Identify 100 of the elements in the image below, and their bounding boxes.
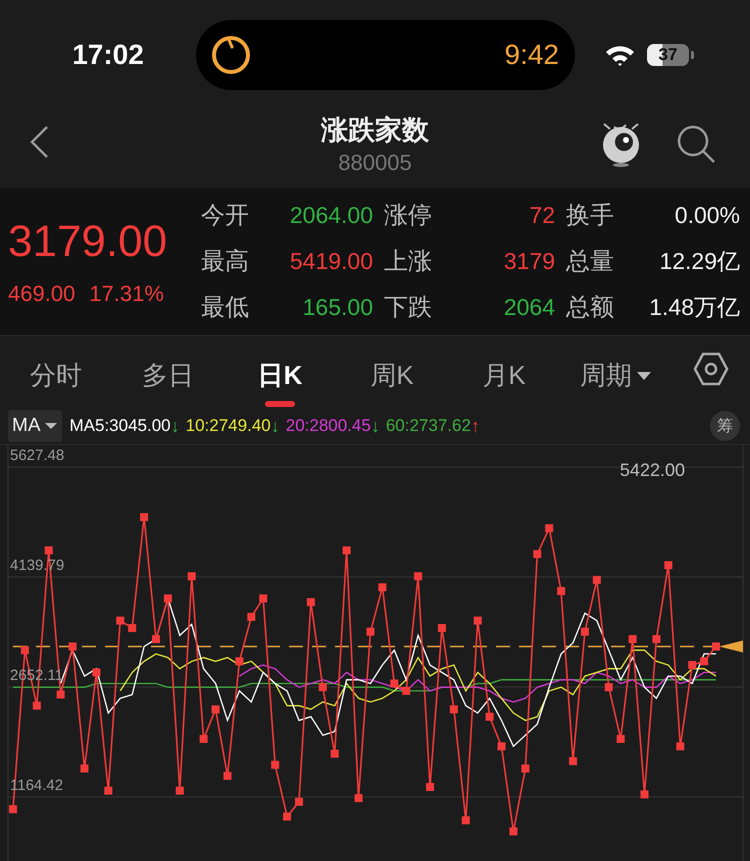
ma-value: 60:2737.62 [386, 416, 471, 436]
period-tab[interactable]: 分时 [30, 344, 82, 407]
stat-value: 1.48万亿 [648, 292, 740, 322]
stat-value: 0.00% [674, 202, 740, 228]
data-point [486, 712, 494, 721]
data-point [32, 702, 41, 710]
stat-label: 总量 [565, 247, 615, 277]
settings-icon[interactable] [693, 352, 729, 386]
stat-label: 总额 [565, 293, 615, 323]
ma-value: MA5:3045.00 [70, 416, 171, 436]
stat-value: 165.00 [302, 294, 373, 320]
data-point [640, 790, 648, 798]
ma-value: 10:2749.40 [186, 416, 271, 436]
data-point [68, 642, 77, 650]
stat-value: 3179 [502, 248, 555, 274]
price-marker-icon [719, 640, 743, 652]
ma-value: 20:2800.45 [286, 416, 371, 436]
stat-label: 换手 [565, 201, 615, 231]
data-point [426, 783, 434, 791]
stat-label: 涨停 [383, 201, 433, 231]
period-tab[interactable]: 日K [258, 344, 302, 407]
data-point [283, 812, 292, 821]
trend-arrow: ↑ [470, 416, 480, 436]
data-point [176, 786, 184, 795]
data-point [271, 760, 280, 769]
data-point [56, 690, 65, 699]
trend-arrow: ↓ [370, 416, 380, 436]
data-point [592, 576, 601, 584]
data-point [712, 642, 720, 650]
data-point [652, 635, 660, 644]
data-point [700, 657, 708, 666]
data-point [390, 679, 398, 688]
data-point [140, 513, 148, 522]
indicator-dropdown[interactable]: MA [8, 410, 62, 442]
data-point [498, 742, 506, 750]
data-point [366, 628, 374, 636]
trend-arrow: ↓ [270, 416, 280, 436]
data-point [414, 572, 422, 580]
stat-label: 今开 [201, 201, 250, 231]
data-point [557, 587, 566, 596]
data-point [294, 798, 303, 806]
axis-label: 5627.48 [10, 447, 64, 464]
robot-icon[interactable] [600, 121, 642, 167]
data-point [20, 646, 29, 654]
data-point [164, 594, 172, 602]
last-price: 3179.00 [8, 216, 168, 266]
stat-label: 最低 [201, 293, 250, 323]
data-point [509, 827, 518, 836]
data-point [9, 805, 17, 814]
index-code: 880005 [338, 150, 412, 176]
data-point [330, 750, 339, 758]
search-icon[interactable] [676, 124, 716, 164]
period-tab[interactable]: 周期 [580, 344, 652, 407]
data-point [580, 628, 589, 636]
stat-value: 5419.00 [288, 248, 373, 274]
stat-label: 下跌 [383, 293, 433, 323]
price-change: 469.00 [8, 280, 76, 306]
trend-arrow: ↓ [170, 416, 180, 436]
period-tab[interactable]: 多日 [142, 344, 194, 407]
max-label: 5422.00 [620, 460, 685, 480]
data-point [474, 616, 482, 625]
stat-value: 2064.00 [288, 202, 373, 228]
page-title: 涨跌家数 [321, 114, 429, 147]
data-point [235, 657, 244, 666]
island-timer: 9:42 [504, 39, 559, 71]
data-point [378, 583, 386, 592]
data-point [342, 546, 351, 554]
data-point [92, 668, 100, 676]
data-point [450, 705, 458, 714]
data-point [616, 734, 625, 743]
data-point [318, 683, 327, 692]
data-point [545, 524, 554, 532]
caret-icon [44, 422, 58, 430]
wifi-icon [605, 44, 635, 66]
stat-label: 上涨 [383, 247, 433, 277]
percent-change: 17.31% [89, 280, 164, 306]
data-point [604, 683, 613, 692]
stat-value: 2064 [502, 294, 555, 320]
status-time: 17:02 [71, 39, 145, 71]
period-tab[interactable]: 周K [370, 344, 414, 407]
data-point [259, 594, 268, 602]
data-point [116, 616, 124, 625]
data-point [152, 635, 160, 644]
data-point [212, 705, 220, 714]
data-point [354, 794, 363, 802]
data-point [44, 546, 53, 554]
data-point [676, 742, 684, 750]
period-tab[interactable]: 月K [482, 344, 526, 407]
stat-label: 最高 [201, 247, 250, 277]
back-icon[interactable] [28, 124, 50, 158]
data-point [223, 772, 232, 780]
stat-value: 12.29亿 [658, 246, 740, 276]
chip-distribution-button[interactable]: 筹 [710, 411, 740, 441]
data-point [128, 624, 136, 632]
data-point [438, 624, 446, 632]
data-point [664, 561, 672, 570]
data-point [188, 572, 196, 580]
stat-value: 72 [528, 202, 555, 228]
data-point [462, 816, 470, 824]
data-point [533, 550, 542, 558]
